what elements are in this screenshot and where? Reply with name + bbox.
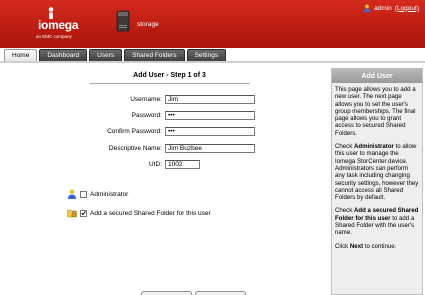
admin-user-icon <box>68 189 76 199</box>
confirm-password-label: Confirm Password: <box>107 127 162 135</box>
descriptive-name-input[interactable] <box>165 143 255 153</box>
tab-settings[interactable]: Settings <box>186 49 227 61</box>
user-icon <box>363 4 371 12</box>
username-label: Username: <box>130 95 162 103</box>
secured-folder-label: Add a secured Shared Folder for this use… <box>90 209 211 217</box>
username-label: admin <box>374 4 392 12</box>
administrator-label: Administrator <box>90 190 129 198</box>
brand-subtitle: an EMC company <box>36 34 72 39</box>
username-input[interactable] <box>165 94 255 104</box>
checkmark-icon <box>81 211 86 216</box>
tab-dashboard[interactable]: Dashboard <box>39 49 88 61</box>
password-label: Password: <box>131 111 162 119</box>
username-row: Username: <box>0 94 255 104</box>
confirm-password-input[interactable] <box>165 126 255 136</box>
tab-shared-folders[interactable]: Shared Folders <box>124 49 185 61</box>
help-paragraph-intro: This page allows you to add a new user. … <box>335 86 416 137</box>
administrator-row: Administrator <box>67 189 128 199</box>
secured-folder-checkbox[interactable] <box>80 209 87 217</box>
password-input[interactable] <box>165 110 255 120</box>
help-paragraph-administrator: Check Administrator to allow this user t… <box>335 143 419 202</box>
descriptive-name-label: Descriptive Name: <box>108 144 162 152</box>
password-row: Password: <box>0 110 255 120</box>
uid-label: UID: <box>149 160 162 168</box>
uid-row: UID: <box>0 159 200 169</box>
device-name: storage <box>137 21 159 28</box>
page-title: Add User - Step 1 of 3 <box>133 72 206 79</box>
user-area: admin (Logout) <box>363 4 419 12</box>
tab-underline <box>0 61 425 63</box>
help-paragraph-secured-folder: Check Add a secured Shared Folder for th… <box>335 207 419 237</box>
tab-home[interactable]: Home <box>4 49 38 61</box>
storage-device-icon <box>116 10 130 32</box>
next-button[interactable] <box>195 291 246 295</box>
help-panel-title: Add User <box>332 69 422 83</box>
header-bar: iomega an EMC company storage admin (Log… <box>0 0 425 48</box>
main-tabs: Home Dashboard Users Shared Folders Sett… <box>4 49 227 61</box>
brand-logo: iomega <box>38 18 79 32</box>
uid-input[interactable] <box>165 159 200 169</box>
administrator-checkbox[interactable] <box>80 190 87 198</box>
secured-folder-row: Add a secured Shared Folder for this use… <box>67 208 211 218</box>
help-panel-body: This page allows you to add a new user. … <box>332 83 422 259</box>
help-paragraph-next: Click Next to continue. <box>335 242 397 250</box>
back-button[interactable] <box>141 291 192 295</box>
secured-folder-icon <box>67 209 77 218</box>
descriptive-name-row: Descriptive Name: <box>0 143 255 153</box>
confirm-password-row: Confirm Password: <box>0 126 255 136</box>
tab-users[interactable]: Users <box>89 49 123 61</box>
title-divider <box>90 83 250 84</box>
help-panel: Add User This page allows you to add a n… <box>331 68 423 295</box>
logout-link[interactable]: (Logout) <box>395 5 419 12</box>
